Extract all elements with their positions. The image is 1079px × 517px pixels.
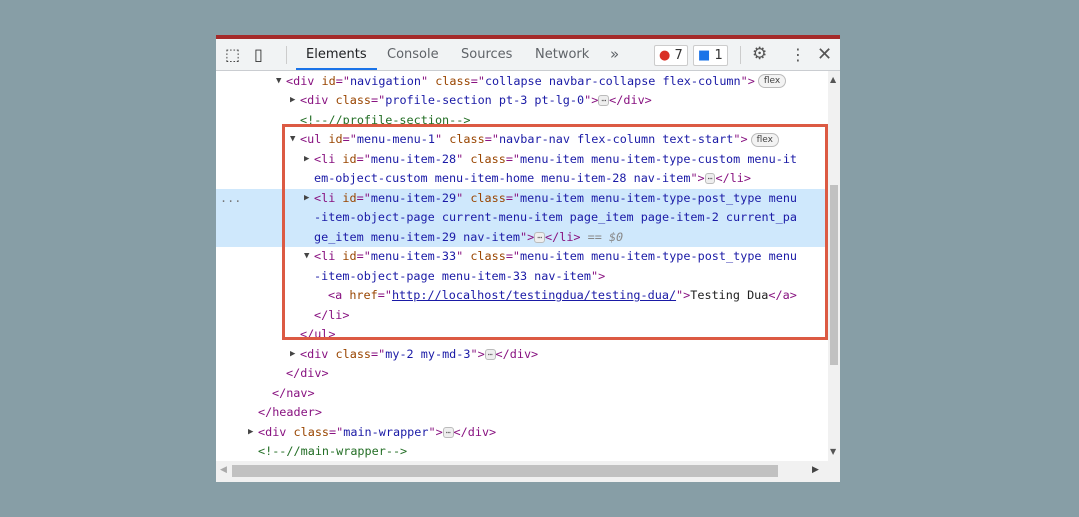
- tag-token: ">: [428, 424, 443, 439]
- tag-token: <div: [300, 346, 336, 361]
- collapsed-ellipsis-button[interactable]: ⋯: [442, 426, 454, 438]
- dom-node-row[interactable]: ▶ <div class="main-wrapper"> ⋯ </div>: [216, 423, 828, 443]
- divider: [286, 46, 287, 64]
- errors-count: 7: [674, 48, 683, 63]
- attribute-value: navigation: [349, 73, 421, 88]
- dom-node-markup: <div id="navigation" class="collapse nav…: [286, 72, 787, 92]
- attribute-name: class: [335, 93, 372, 107]
- devtools-toolbar: ⬚ ▯ Elements Console Sources Network » ●…: [216, 39, 840, 71]
- attribute-value: profile-section pt-3 pt-lg-0: [385, 93, 585, 107]
- scroll-up-icon[interactable]: ▲: [830, 75, 836, 84]
- dom-node-markup: </header>: [258, 403, 322, 423]
- device-toolbar-icon[interactable]: ▯: [254, 39, 263, 70]
- vertical-scrollbar-thumb[interactable]: [830, 185, 838, 365]
- tag-token: </nav>: [272, 385, 315, 400]
- tag-token: ">: [740, 73, 755, 88]
- messages-badge[interactable]: ■ 1: [693, 45, 728, 66]
- inspect-element-icon[interactable]: ⬚: [225, 39, 240, 70]
- tag-token: </header>: [258, 405, 322, 419]
- attribute-name: class: [293, 424, 330, 439]
- tag-token: </div>: [453, 424, 497, 439]
- dom-node-row[interactable]: </div>: [216, 364, 828, 384]
- attribute-value: main-wrapper: [343, 424, 429, 439]
- highlight-annotation-box: [282, 124, 828, 340]
- tab-sources[interactable]: Sources: [461, 39, 512, 70]
- attribute-name: class: [335, 346, 372, 361]
- dom-node-markup: <div class="main-wrapper"> ⋯ </div>: [258, 423, 496, 443]
- tag-token: <div: [258, 424, 294, 439]
- dom-node-markup: <!--//main-wrapper-->: [258, 442, 407, 462]
- dom-node-row[interactable]: </nav>: [216, 384, 828, 404]
- message-icon: ■: [698, 48, 711, 63]
- tag-token: </div>: [609, 93, 652, 107]
- collapsed-triangle-icon[interactable]: ▶: [290, 345, 295, 365]
- tag-token: </div>: [495, 346, 539, 361]
- devtools-panel: ⬚ ▯ Elements Console Sources Network » ●…: [216, 35, 840, 482]
- more-tabs-button[interactable]: »: [610, 39, 619, 70]
- dom-node-row[interactable]: ▶ <div class="profile-section pt-3 pt-lg-…: [216, 91, 828, 111]
- divider: [740, 46, 741, 64]
- dom-node-row[interactable]: ▶ <div class="my-2 my-md-3"> ⋯ </div>: [216, 345, 828, 365]
- tab-network[interactable]: Network: [535, 39, 589, 70]
- tag-token: =": [371, 346, 386, 361]
- scroll-down-icon[interactable]: ▼: [830, 447, 836, 456]
- tab-console[interactable]: Console: [387, 39, 439, 70]
- comment-node: <!--//main-wrapper-->: [258, 444, 408, 458]
- messages-count: 1: [714, 48, 723, 63]
- flex-badge[interactable]: flex: [757, 74, 787, 88]
- tag-token: =": [335, 73, 350, 88]
- attribute-value: collapse navbar-collapse flex-column: [484, 73, 741, 88]
- dom-node-row[interactable]: <!--//main-wrapper-->: [216, 442, 828, 462]
- tag-token: ": [420, 73, 436, 88]
- collapsed-ellipsis-button[interactable]: ⋯: [484, 348, 496, 360]
- collapsed-triangle-icon[interactable]: ▶: [290, 91, 295, 111]
- horizontal-scrollbar-thumb[interactable]: [232, 465, 778, 477]
- tag-token: <div: [286, 73, 322, 88]
- dom-node-markup: <div class="my-2 my-md-3"> ⋯ </div>: [300, 345, 538, 365]
- tag-token: </div>: [286, 366, 329, 380]
- collapsed-triangle-icon[interactable]: ▶: [248, 423, 253, 443]
- horizontal-scrollbar[interactable]: ◀ ▶: [216, 461, 840, 482]
- attribute-name: id: [321, 73, 336, 88]
- dom-node-row[interactable]: ▼ <div id="navigation" class="collapse na…: [216, 72, 828, 92]
- errors-badge[interactable]: ● 7: [654, 45, 688, 66]
- dom-node-markup: </div>: [286, 364, 329, 384]
- tag-token: =": [329, 424, 344, 439]
- settings-gear-icon[interactable]: ⚙: [752, 39, 767, 70]
- close-icon[interactable]: ✕: [817, 39, 832, 70]
- dom-node-markup: <div class="profile-section pt-3 pt-lg-0…: [300, 91, 652, 111]
- tag-token: ">: [584, 93, 599, 107]
- tag-token: =": [371, 93, 386, 107]
- attribute-value: my-2 my-md-3: [385, 346, 471, 361]
- scroll-right-icon[interactable]: ▶: [812, 465, 819, 475]
- dom-node-row[interactable]: </header>: [216, 403, 828, 423]
- scroll-left-icon[interactable]: ◀: [220, 465, 227, 475]
- tab-elements[interactable]: Elements: [296, 39, 377, 70]
- vertical-scrollbar[interactable]: ▲ ▼: [828, 71, 840, 461]
- more-options-icon[interactable]: ⋮: [790, 39, 806, 70]
- expanded-triangle-icon[interactable]: ▼: [276, 72, 281, 92]
- dom-node-markup: </nav>: [272, 384, 315, 404]
- tag-token: <div: [300, 93, 336, 107]
- selected-node-marker[interactable]: ...: [220, 189, 241, 209]
- error-icon: ●: [659, 48, 671, 63]
- collapsed-ellipsis-button[interactable]: ⋯: [598, 95, 610, 106]
- attribute-name: class: [435, 73, 471, 88]
- tag-token: ">: [470, 346, 485, 361]
- tag-token: =": [470, 73, 485, 88]
